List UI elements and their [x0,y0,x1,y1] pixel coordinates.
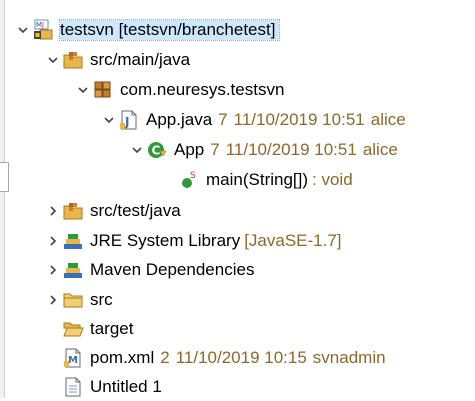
package-label: com.neuresys.testsvn [120,80,285,99]
tree-row-src-main-java[interactable]: src/main/java [44,46,190,74]
svg-text:C: C [152,144,161,158]
maven-file-icon: M [62,347,84,369]
main-method-label: main(String[]) [206,170,309,189]
app-java-label: App.java [146,110,213,129]
chevron-right-icon[interactable] [44,286,62,314]
tree-row-src[interactable]: src [44,286,113,314]
main-method-signature: : void [312,170,353,189]
chevron-down-icon[interactable] [128,136,146,164]
project-label: testsvn [testsvn/branchetest] [58,19,281,41]
pom-xml-revision: 2 [160,348,170,367]
target-label: target [90,319,134,338]
app-class-author: alice [362,140,398,159]
src-main-java-label: src/main/java [90,50,191,69]
app-java-date: 11/10/2019 10:51 [233,110,365,129]
tree-row-package[interactable]: com.neuresys.testsvn [74,76,284,104]
library-icon [62,230,84,252]
tree-row-main-method[interactable]: S main(String[]) : void [178,166,353,194]
jre-version: [JavaSE-1.7] [244,231,342,250]
left-panel-input-edge [0,162,9,192]
tree-row-target[interactable]: target [62,315,133,343]
pom-xml-label: pom.xml [90,348,155,367]
folder-open-icon [62,318,84,340]
java-file-icon: J [118,109,140,131]
package-icon [92,79,114,101]
src-test-java-label: src/test/java [90,201,181,220]
chevron-down-icon[interactable] [74,76,92,104]
svg-text:M: M [68,355,78,366]
chevron-right-icon[interactable] [44,197,62,225]
tree-row-maven-dependencies[interactable]: Maven Dependencies [44,256,254,284]
svg-text:J: J [41,21,44,29]
folder-icon [62,289,84,311]
chevron-down-icon[interactable] [100,106,118,134]
tree-row-app-java[interactable]: J App.java 7 11/10/2019 10:51 alice [100,106,406,134]
maven-dependencies-label: Maven Dependencies [90,260,255,279]
tree-row-app-class[interactable]: C App 7 11/10/2019 10:51 alice [128,136,398,164]
static-method-icon: S [178,169,200,191]
library-icon [62,259,84,281]
chevron-down-icon[interactable] [44,46,62,74]
src-label: src [90,290,113,309]
maven-project-icon: M J [32,19,54,41]
app-class-revision: 7 [210,140,220,159]
source-folder-icon [62,200,84,222]
left-panel-edge [0,0,5,398]
untitled-1-label: Untitled 1 [90,377,162,396]
tree-row-jre-library[interactable]: JRE System Library [JavaSE-1.7] [44,227,342,255]
jre-label: JRE System Library [90,231,241,250]
app-java-revision: 7 [218,110,228,129]
chevron-down-icon[interactable] [14,16,32,44]
pom-xml-date: 11/10/2019 10:15 [175,348,307,367]
app-class-date: 11/10/2019 10:51 [225,140,357,159]
tree-row-src-test-java[interactable]: src/test/java [44,197,181,225]
chevron-right-icon[interactable] [44,256,62,284]
app-java-author: alice [370,110,406,129]
pom-xml-author: svnadmin [312,348,386,367]
tree-row-pom-xml[interactable]: M pom.xml 2 11/10/2019 10:15 svnadmin [62,344,386,372]
text-file-icon [62,376,84,398]
chevron-right-icon[interactable] [44,227,62,255]
source-folder-icon [62,49,84,71]
svg-text:S: S [190,171,196,181]
class-icon: C [146,139,168,161]
tree-row-project[interactable]: M J testsvn [testsvn/branchetest] [14,16,281,44]
app-class-label: App [174,140,205,159]
tree-row-untitled-1[interactable]: Untitled 1 [62,373,162,401]
